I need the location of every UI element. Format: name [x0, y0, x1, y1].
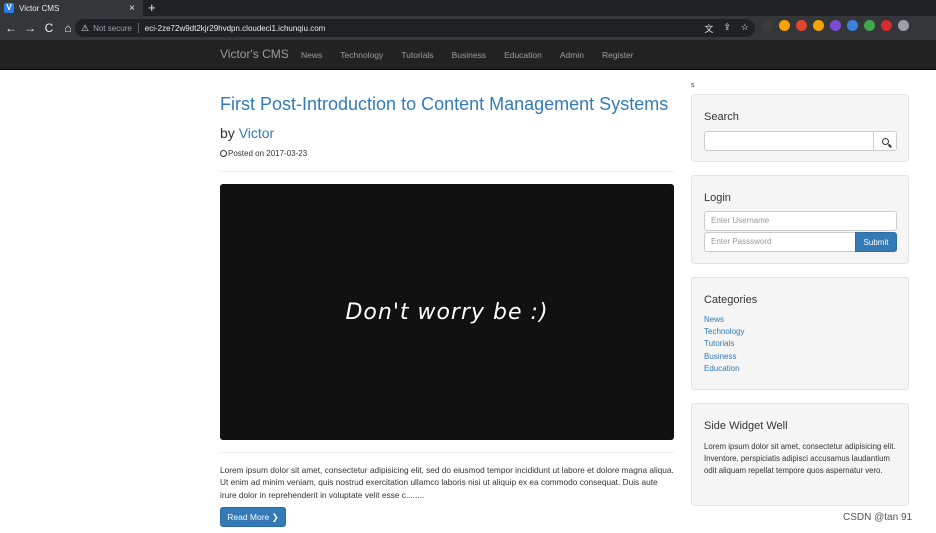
extension-icon[interactable]	[881, 20, 892, 31]
extension-icon[interactable]	[830, 20, 841, 31]
extension-icon[interactable]	[898, 20, 909, 31]
translate-icon[interactable]: 文	[704, 22, 713, 35]
byline-prefix: by	[220, 125, 235, 141]
tab-title: Victor CMS	[19, 3, 60, 13]
security-indicator[interactable]: Not secure	[93, 24, 132, 33]
nav-link-education[interactable]: Education	[504, 50, 542, 60]
post-date: Posted on 2017-03-23	[220, 149, 307, 158]
search-well: Search	[691, 94, 909, 162]
nav-link-business[interactable]: Business	[452, 50, 487, 60]
category-link-business[interactable]: Business	[704, 351, 744, 363]
nav-links: News Technology Tutorials Business Educa…	[301, 50, 652, 60]
omnibox-divider	[137, 23, 139, 33]
browser-tab-bar: V Victor CMS × +	[0, 0, 936, 16]
divider	[220, 452, 674, 453]
omnibox-actions: 文 ⇪ ☆	[704, 22, 749, 35]
post-excerpt: Lorem ipsum dolor sit amet, consectetur …	[220, 465, 674, 500]
brand-link[interactable]: Victor's CMS	[220, 47, 289, 61]
extension-icon[interactable]	[864, 20, 875, 31]
warning-icon: ⚠	[81, 22, 90, 33]
category-link-education[interactable]: Education	[704, 363, 744, 375]
username-field[interactable]: Enter Username	[704, 211, 897, 231]
category-link-news[interactable]: News	[704, 314, 744, 326]
categories-well: Categories News Technology Tutorials Bus…	[691, 277, 909, 390]
nav-link-register[interactable]: Register	[602, 50, 634, 60]
read-more-button[interactable]: Read More ❯	[220, 507, 286, 527]
submit-button[interactable]: Submit	[855, 232, 897, 252]
search-heading: Search	[704, 111, 739, 123]
browser-tab[interactable]: V Victor CMS ×	[0, 0, 143, 16]
extension-icon[interactable]	[762, 20, 773, 31]
category-list: News Technology Tutorials Business Educa…	[704, 314, 744, 375]
extension-icon[interactable]	[796, 20, 807, 31]
nav-link-tutorials[interactable]: Tutorials	[401, 50, 433, 60]
post-title[interactable]: First Post-Introduction to Content Manag…	[220, 94, 668, 115]
password-field[interactable]: Enter Passsword	[704, 232, 856, 252]
search-icon	[881, 137, 889, 145]
side-widget-text: Lorem ipsum dolor sit amet, consectetur …	[704, 442, 896, 476]
post-image-caption: Don't worry be :)	[345, 299, 549, 325]
share-icon[interactable]: ⇪	[723, 22, 731, 35]
post-image: Don't worry be :)	[220, 184, 674, 440]
stray-text: s	[691, 82, 695, 89]
nav-link-technology[interactable]: Technology	[340, 50, 383, 60]
watermark: CSDN @tan 91	[843, 512, 913, 523]
extensions-row	[762, 20, 909, 31]
new-tab-button[interactable]: +	[148, 0, 156, 15]
nav-link-admin[interactable]: Admin	[560, 50, 584, 60]
category-link-tutorials[interactable]: Tutorials	[704, 338, 744, 350]
side-widget-well: Side Widget Well Lorem ipsum dolor sit a…	[691, 403, 909, 506]
post-date-text: Posted on 2017-03-23	[228, 149, 308, 158]
tab-close-icon[interactable]: ×	[129, 3, 135, 14]
reload-icon[interactable]: C	[41, 21, 57, 35]
bookmark-star-icon[interactable]: ☆	[741, 22, 749, 35]
author-link[interactable]: Victor	[239, 125, 275, 141]
categories-heading: Categories	[704, 294, 758, 306]
post-byline: by Victor	[220, 125, 274, 141]
extension-icon[interactable]	[813, 20, 824, 31]
extension-icon[interactable]	[779, 20, 790, 31]
url-text[interactable]: eci-2ze72w9dt2kjr29hvdpn.cloudeci1.ichun…	[145, 24, 326, 33]
divider	[220, 171, 674, 172]
address-bar[interactable]: ⚠ Not secure eci-2ze72w9dt2kjr29hvdpn.cl…	[75, 19, 755, 37]
back-arrow-icon[interactable]: ←	[3, 21, 19, 35]
search-input[interactable]	[704, 131, 874, 151]
forward-arrow-icon[interactable]: →	[22, 21, 38, 35]
site-navbar: Victor's CMS News Technology Tutorials B…	[0, 40, 936, 70]
nav-link-news[interactable]: News	[301, 50, 322, 60]
extension-icon[interactable]	[847, 20, 858, 31]
search-button[interactable]	[873, 131, 897, 151]
clock-icon	[220, 150, 227, 157]
login-well: Login Enter Username Enter Passsword Sub…	[691, 175, 909, 264]
category-link-technology[interactable]: Technology	[704, 326, 744, 338]
login-heading: Login	[704, 192, 731, 204]
side-widget-heading: Side Widget Well	[704, 420, 788, 432]
browser-toolbar: ← → C ⌂ ⚠ Not secure eci-2ze72w9dt2kjr29…	[0, 16, 936, 40]
site-favicon-icon: V	[4, 3, 14, 13]
home-icon[interactable]: ⌂	[60, 21, 76, 35]
